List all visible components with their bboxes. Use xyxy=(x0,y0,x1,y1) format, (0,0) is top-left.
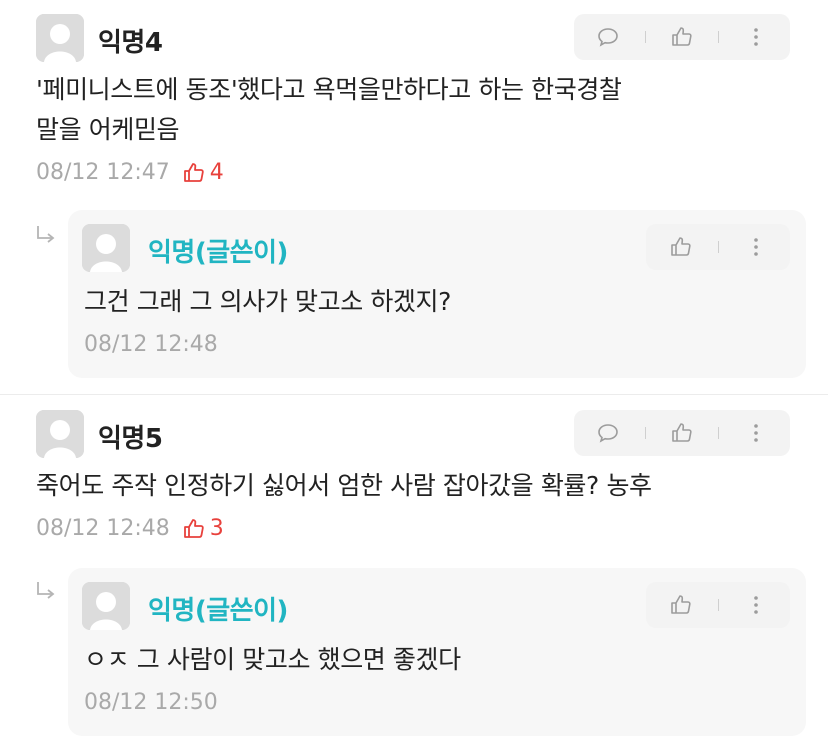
reply-time: 08/12 12:48 xyxy=(84,332,218,357)
more-button[interactable] xyxy=(736,413,776,453)
reply-author[interactable]: 익명(글쓴이) xyxy=(148,590,288,627)
reply-arrow-icon xyxy=(37,582,55,599)
speech-bubble-icon xyxy=(598,28,618,47)
action-separator xyxy=(644,31,646,43)
thumbs-up-icon xyxy=(672,27,692,46)
comment-meta: 08/12 12:47 4 xyxy=(36,160,224,185)
reply-item: 익명(글쓴이) ㅇㅈ 그 사람이 맞고소 했으면 좋겠다 08/12 12:50 xyxy=(68,568,806,736)
thumbs-up-icon xyxy=(672,423,692,442)
comment-meta: 08/12 12:48 3 xyxy=(36,516,224,541)
action-separator xyxy=(718,427,720,439)
like-button[interactable] xyxy=(661,227,701,267)
reply-time: 08/12 12:50 xyxy=(84,690,218,715)
more-button[interactable] xyxy=(736,585,776,625)
speech-bubble-icon xyxy=(598,424,618,443)
comment-actions xyxy=(574,410,790,456)
like-count-value: 3 xyxy=(209,516,224,541)
reply-text: ㅇㅈ 그 사람이 맞고소 했으면 좋겠다 xyxy=(84,645,461,674)
like-button[interactable] xyxy=(662,17,702,57)
default-avatar-icon[interactable] xyxy=(36,410,84,458)
vertical-dots-icon xyxy=(753,596,758,614)
comment-author[interactable]: 익명5 xyxy=(98,418,163,455)
comment-text: 죽어도 주작 인정하기 싫어서 엄한 사람 잡아갔을 확률? 농후 xyxy=(36,471,652,500)
reply-actions xyxy=(646,582,790,628)
comment-divider xyxy=(0,394,828,395)
default-avatar-icon[interactable] xyxy=(82,224,130,272)
comment-text: '페미니스트에 동조'했다고 욕먹을만하다고 하는 한국경찰 말을 어케믿음 xyxy=(36,75,622,144)
thumbs-up-icon xyxy=(670,237,691,256)
reply-actions xyxy=(646,224,790,270)
vertical-dots-icon xyxy=(753,238,758,256)
action-separator xyxy=(717,241,719,253)
vertical-dots-icon xyxy=(753,28,758,46)
comment-time: 08/12 12:47 xyxy=(36,160,170,185)
like-button[interactable] xyxy=(661,585,701,625)
like-count: 4 xyxy=(182,160,224,185)
reply-text: 그건 그래 그 의사가 맞고소 하겠지? xyxy=(84,287,452,316)
action-separator xyxy=(717,599,719,611)
comment-actions xyxy=(574,14,790,60)
reply-button[interactable] xyxy=(588,17,628,57)
like-count: 3 xyxy=(182,516,224,541)
reply-meta: 08/12 12:50 xyxy=(84,690,218,715)
reply-button[interactable] xyxy=(588,413,628,453)
comment-item: 익명5 죽어도 주작 인정하기 싫어서 엄한 사람 잡아갔을 확률? 농후 08… xyxy=(0,400,828,754)
thumbs-up-icon xyxy=(183,518,204,538)
action-separator xyxy=(718,31,720,43)
vertical-dots-icon xyxy=(753,424,758,442)
comment-item: 익명4 '페미니스트에 동조'했다고 욕먹을만하다고 하는 한국경찰 말을 어케… xyxy=(0,0,828,390)
default-avatar-icon[interactable] xyxy=(36,14,84,62)
more-button[interactable] xyxy=(736,227,776,267)
like-count-value: 4 xyxy=(209,160,224,185)
comment-author[interactable]: 익명4 xyxy=(98,22,163,59)
more-button[interactable] xyxy=(736,17,776,57)
like-button[interactable] xyxy=(662,413,702,453)
default-avatar-icon[interactable] xyxy=(82,582,130,630)
comment-time: 08/12 12:48 xyxy=(36,516,170,541)
reply-meta: 08/12 12:48 xyxy=(84,332,218,357)
reply-author[interactable]: 익명(글쓴이) xyxy=(148,232,288,269)
reply-arrow-icon xyxy=(37,226,55,243)
action-separator xyxy=(644,427,646,439)
thumbs-up-icon xyxy=(183,162,204,182)
reply-item: 익명(글쓴이) 그건 그래 그 의사가 맞고소 하겠지? 08/12 12:48 xyxy=(68,210,806,378)
thumbs-up-icon xyxy=(670,595,691,614)
